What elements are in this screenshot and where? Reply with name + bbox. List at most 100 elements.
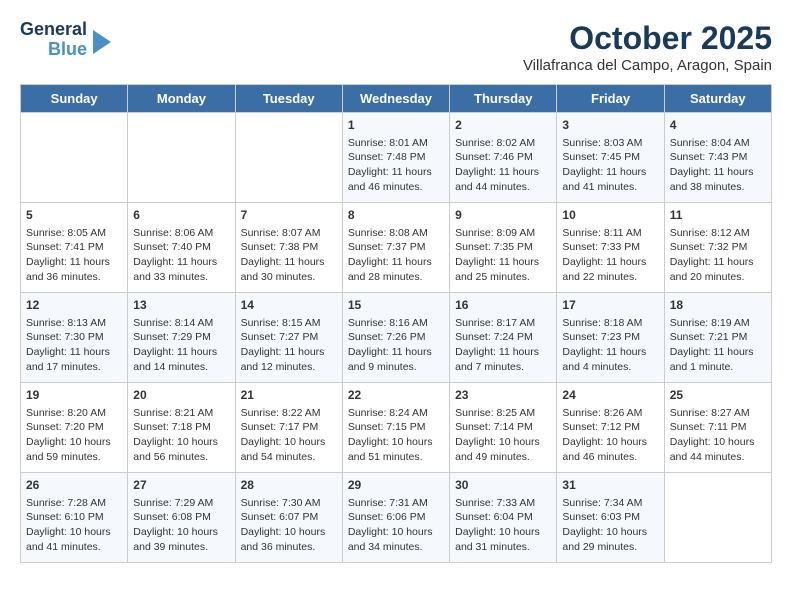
day-number: 10 [562, 207, 658, 224]
cell-content: Sunrise: 8:22 AM Sunset: 7:17 PM Dayligh… [241, 406, 337, 465]
cell-content: Sunrise: 8:26 AM Sunset: 7:12 PM Dayligh… [562, 406, 658, 465]
cell-content: Sunrise: 8:01 AM Sunset: 7:48 PM Dayligh… [348, 136, 444, 195]
day-number: 6 [133, 207, 229, 224]
cell-content: Sunrise: 7:34 AM Sunset: 6:03 PM Dayligh… [562, 496, 658, 555]
cell-content: Sunrise: 8:03 AM Sunset: 7:45 PM Dayligh… [562, 136, 658, 195]
calendar-cell: 5 Sunrise: 8:05 AM Sunset: 7:41 PM Daylig… [21, 203, 128, 293]
logo-line2: Blue [48, 40, 87, 60]
calendar-week-1: 1 Sunrise: 8:01 AM Sunset: 7:48 PM Daylig… [21, 113, 772, 203]
calendar-body: 1 Sunrise: 8:01 AM Sunset: 7:48 PM Daylig… [21, 113, 772, 563]
calendar-cell: 31 Sunrise: 7:34 AM Sunset: 6:03 PM Dayli… [557, 473, 664, 563]
cell-content: Sunrise: 8:20 AM Sunset: 7:20 PM Dayligh… [26, 406, 122, 465]
cell-content: Sunrise: 8:24 AM Sunset: 7:15 PM Dayligh… [348, 406, 444, 465]
calendar-cell: 11Sunrise: 8:12 AM Sunset: 7:32 PM Dayli… [664, 203, 771, 293]
cell-content: Sunrise: 8:05 AM Sunset: 7:41 PM Dayligh… [26, 226, 122, 285]
cell-content: Sunrise: 8:19 AM Sunset: 7:21 PM Dayligh… [670, 316, 766, 375]
cell-content: Sunrise: 8:04 AM Sunset: 7:43 PM Dayligh… [670, 136, 766, 195]
cell-content: Sunrise: 7:28 AM Sunset: 6:10 PM Dayligh… [26, 496, 122, 555]
cell-content: Sunrise: 8:16 AM Sunset: 7:26 PM Dayligh… [348, 316, 444, 375]
cell-content: Sunrise: 7:29 AM Sunset: 6:08 PM Dayligh… [133, 496, 229, 555]
calendar-header-row: SundayMondayTuesdayWednesdayThursdayFrid… [21, 85, 772, 113]
cell-content: Sunrise: 8:02 AM Sunset: 7:46 PM Dayligh… [455, 136, 551, 195]
day-number: 26 [26, 477, 122, 494]
calendar-cell: 1 Sunrise: 8:01 AM Sunset: 7:48 PM Daylig… [342, 113, 449, 203]
day-number: 24 [562, 387, 658, 404]
calendar-cell: 2 Sunrise: 8:02 AM Sunset: 7:46 PM Daylig… [450, 113, 557, 203]
day-number: 11 [670, 207, 766, 224]
day-number: 22 [348, 387, 444, 404]
calendar-cell: 8 Sunrise: 8:08 AM Sunset: 7:37 PM Daylig… [342, 203, 449, 293]
calendar-cell: 26 Sunrise: 7:28 AM Sunset: 6:10 PM Dayli… [21, 473, 128, 563]
cell-content: Sunrise: 7:31 AM Sunset: 6:06 PM Dayligh… [348, 496, 444, 555]
day-number: 21 [241, 387, 337, 404]
day-number: 20 [133, 387, 229, 404]
day-number: 13 [133, 297, 229, 314]
day-number: 7 [241, 207, 337, 224]
day-number: 5 [26, 207, 122, 224]
calendar-cell: 30Sunrise: 7:33 AM Sunset: 6:04 PM Dayli… [450, 473, 557, 563]
day-number: 25 [670, 387, 766, 404]
calendar-cell: 29 Sunrise: 7:31 AM Sunset: 6:06 PM Dayli… [342, 473, 449, 563]
day-number: 31 [562, 477, 658, 494]
cell-content: Sunrise: 7:30 AM Sunset: 6:07 PM Dayligh… [241, 496, 337, 555]
day-number: 8 [348, 207, 444, 224]
calendar-cell: 20 Sunrise: 8:21 AM Sunset: 7:18 PM Dayli… [128, 383, 235, 473]
day-header-monday: Monday [128, 85, 235, 113]
cell-content: Sunrise: 8:15 AM Sunset: 7:27 PM Dayligh… [241, 316, 337, 375]
calendar-cell: 17Sunrise: 8:18 AM Sunset: 7:23 PM Dayli… [557, 293, 664, 383]
cell-content: Sunrise: 8:08 AM Sunset: 7:37 PM Dayligh… [348, 226, 444, 285]
logo: General Blue [20, 20, 111, 60]
calendar-week-4: 19Sunrise: 8:20 AM Sunset: 7:20 PM Dayli… [21, 383, 772, 473]
day-header-tuesday: Tuesday [235, 85, 342, 113]
cell-content: Sunrise: 8:14 AM Sunset: 7:29 PM Dayligh… [133, 316, 229, 375]
logo-line1: General [20, 20, 87, 40]
logo-arrow-icon [93, 30, 111, 54]
day-number: 30 [455, 477, 551, 494]
calendar-week-3: 12 Sunrise: 8:13 AM Sunset: 7:30 PM Dayli… [21, 293, 772, 383]
calendar-cell [664, 473, 771, 563]
day-number: 14 [241, 297, 337, 314]
calendar-week-2: 5 Sunrise: 8:05 AM Sunset: 7:41 PM Daylig… [21, 203, 772, 293]
calendar-cell: 27Sunrise: 7:29 AM Sunset: 6:08 PM Dayli… [128, 473, 235, 563]
calendar-cell: 3 Sunrise: 8:03 AM Sunset: 7:45 PM Daylig… [557, 113, 664, 203]
calendar-cell: 7Sunrise: 8:07 AM Sunset: 7:38 PM Daylig… [235, 203, 342, 293]
cell-content: Sunrise: 8:13 AM Sunset: 7:30 PM Dayligh… [26, 316, 122, 375]
calendar-cell: 12 Sunrise: 8:13 AM Sunset: 7:30 PM Dayli… [21, 293, 128, 383]
cell-content: Sunrise: 8:18 AM Sunset: 7:23 PM Dayligh… [562, 316, 658, 375]
day-number: 15 [348, 297, 444, 314]
day-number: 9 [455, 207, 551, 224]
calendar-cell: 21 Sunrise: 8:22 AM Sunset: 7:17 PM Dayli… [235, 383, 342, 473]
day-number: 12 [26, 297, 122, 314]
cell-content: Sunrise: 8:21 AM Sunset: 7:18 PM Dayligh… [133, 406, 229, 465]
day-number: 29 [348, 477, 444, 494]
calendar-table: SundayMondayTuesdayWednesdayThursdayFrid… [20, 84, 772, 563]
cell-content: Sunrise: 8:25 AM Sunset: 7:14 PM Dayligh… [455, 406, 551, 465]
calendar-cell: 13 Sunrise: 8:14 AM Sunset: 7:29 PM Dayli… [128, 293, 235, 383]
day-number: 1 [348, 117, 444, 134]
calendar-cell [21, 113, 128, 203]
cell-content: Sunrise: 8:17 AM Sunset: 7:24 PM Dayligh… [455, 316, 551, 375]
day-header-wednesday: Wednesday [342, 85, 449, 113]
calendar-cell: 15 Sunrise: 8:16 AM Sunset: 7:26 PM Dayli… [342, 293, 449, 383]
calendar-cell: 19Sunrise: 8:20 AM Sunset: 7:20 PM Dayli… [21, 383, 128, 473]
calendar-cell: 23Sunrise: 8:25 AM Sunset: 7:14 PM Dayli… [450, 383, 557, 473]
calendar-cell: 28 Sunrise: 7:30 AM Sunset: 6:07 PM Dayli… [235, 473, 342, 563]
calendar-cell [235, 113, 342, 203]
day-number: 28 [241, 477, 337, 494]
calendar-week-5: 26 Sunrise: 7:28 AM Sunset: 6:10 PM Dayli… [21, 473, 772, 563]
title-block: October 2025 Villafranca del Campo, Arag… [523, 20, 772, 74]
cell-content: Sunrise: 8:09 AM Sunset: 7:35 PM Dayligh… [455, 226, 551, 285]
calendar-cell: 9 Sunrise: 8:09 AM Sunset: 7:35 PM Daylig… [450, 203, 557, 293]
day-number: 18 [670, 297, 766, 314]
calendar-cell: 24 Sunrise: 8:26 AM Sunset: 7:12 PM Dayli… [557, 383, 664, 473]
day-number: 3 [562, 117, 658, 134]
month-title: October 2025 [523, 20, 772, 57]
cell-content: Sunrise: 8:06 AM Sunset: 7:40 PM Dayligh… [133, 226, 229, 285]
calendar-cell: 25Sunrise: 8:27 AM Sunset: 7:11 PM Dayli… [664, 383, 771, 473]
day-number: 2 [455, 117, 551, 134]
calendar-cell [128, 113, 235, 203]
calendar-cell: 14 Sunrise: 8:15 AM Sunset: 7:27 PM Dayli… [235, 293, 342, 383]
location: Villafranca del Campo, Aragon, Spain [523, 57, 772, 74]
calendar-cell: 10Sunrise: 8:11 AM Sunset: 7:33 PM Dayli… [557, 203, 664, 293]
calendar-cell: 4Sunrise: 8:04 AM Sunset: 7:43 PM Daylig… [664, 113, 771, 203]
